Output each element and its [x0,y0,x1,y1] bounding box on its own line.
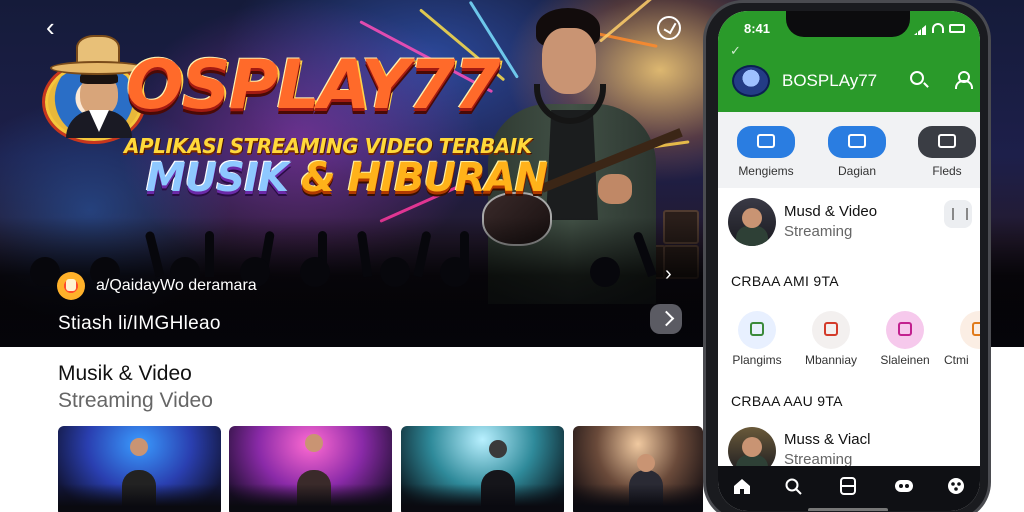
category-label: Slaleinen [880,353,930,367]
pause-icon[interactable] [944,200,972,228]
profile-icon[interactable] [946,477,966,495]
home-icon[interactable] [732,477,752,495]
category-ctmi[interactable] [960,311,980,349]
section-title: Musik & Video [58,362,192,385]
quick-action-fleds[interactable] [918,126,976,158]
quick-actions: Mengiems Dagian Fleds [718,112,980,188]
profile-icon[interactable] [955,71,973,89]
check-circle-icon[interactable] [657,16,681,40]
headline-part-musik: MUSIK [146,155,289,201]
phone-mockup: 8:41 ✓ BOSPLAy77 Mengiems Dagian Fleds M… [703,0,991,512]
home-indicator [808,508,888,511]
app-title: BOSPLAy77 [782,71,878,90]
battery-icon [949,24,965,33]
row-title: Musd & Video [784,203,878,220]
signal-icon [914,25,926,35]
chat-icon [898,322,912,336]
search-icon[interactable] [784,477,804,495]
video-thumbnail[interactable] [401,426,564,512]
quick-action-label: Dagian [837,164,877,178]
quick-action-label: Fleds [932,164,962,178]
brand-title: OSPLAY77 [126,46,501,125]
row-subtitle: Streaming [784,223,853,240]
bottom-nav [718,466,980,511]
quick-action-label: Mengiems [738,164,794,178]
hero-subtitle: Stiash li/IMGHleao [58,313,221,334]
phone-screen: 8:41 ✓ BOSPLAy77 Mengiems Dagian Fleds M… [718,11,980,511]
channel-avatar[interactable] [57,272,85,300]
category-plangims[interactable] [738,311,776,349]
app-bar: ✓ BOSPLAy77 [718,43,980,112]
app-logo [732,65,770,97]
category-label: Mbanniay [804,353,858,367]
hero-headline: MUSIK & HIBURAN [146,154,548,202]
category-label: Ctmi [944,353,969,367]
media-icon [938,134,956,148]
next-button[interactable] [650,304,682,334]
channel-name[interactable]: a/QaidayWo deramara [96,277,257,295]
video-thumbnail[interactable] [58,426,221,512]
quick-action-dagian[interactable] [828,126,886,158]
headline-part-hiburan: & HIBURAN [287,155,548,201]
image-icon [757,134,775,148]
wifi-icon [932,23,944,33]
section-subtitle: Streaming Video [58,389,213,412]
row-title: Muss & Viacl [784,431,871,448]
quick-action-mengiems[interactable] [737,126,795,158]
category-label: Plangims [732,353,782,367]
category-mbanniay[interactable] [812,311,850,349]
section-heading: CRBAA AAU 9TA [731,393,843,409]
folder-icon [972,322,980,336]
search-icon[interactable] [910,71,924,85]
map-pin-icon [750,322,764,336]
status-time: 8:41 [744,21,771,36]
game-icon[interactable] [894,477,914,495]
appbar-back-icon[interactable]: ✓ [730,43,741,59]
section-heading: CRBAA AMI 9TA [731,273,839,289]
video-thumbnail[interactable] [229,426,392,512]
phone-notch [786,11,910,37]
video-thumbnail[interactable] [573,426,703,512]
row-thumbnail [728,198,776,246]
category-slaleinen[interactable] [886,311,924,349]
share-arrow-icon[interactable]: › [665,263,672,286]
library-icon[interactable] [838,477,858,495]
edit-icon [824,322,838,336]
chart-icon [848,134,866,148]
